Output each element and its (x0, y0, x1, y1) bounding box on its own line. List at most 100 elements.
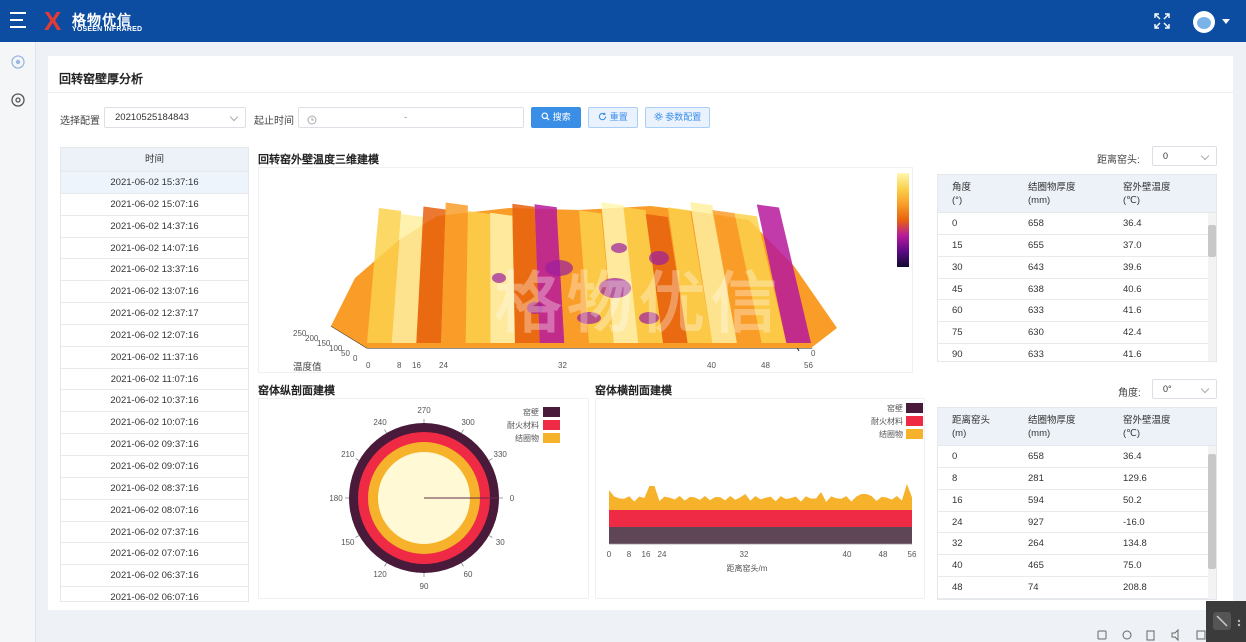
scroll-thumb[interactable] (1208, 225, 1216, 257)
table-row[interactable]: 48 74 208.8 (938, 577, 1216, 599)
distance-data-table: 距离窑头 (m) 结圈物厚度 (mm) 窑外壁温度 (℃) 0 658 36.4 8 281 1… (937, 407, 1217, 600)
profile-chart[interactable]: 0 8 16 24 32 40 48 56 距离窑头/m 窑壁 耐火材料 结圈物 (595, 398, 925, 599)
thickness-col-header: 结圈物厚度 (mm) (1028, 181, 1076, 207)
table-cell: 633 (1028, 349, 1044, 361)
table-row[interactable]: 30 643 39.6 (938, 257, 1216, 279)
time-range-separator: - (404, 112, 408, 123)
time-range-picker[interactable]: - (298, 107, 524, 128)
table-row[interactable]: 24 927 -16.0 (938, 512, 1216, 534)
hot-spot (599, 278, 631, 298)
reset-button[interactable]: 重置 (588, 107, 638, 128)
angle-tick (384, 562, 387, 567)
thickness-col-header: 结圈物厚度 (mm) (1028, 414, 1076, 440)
time-list-row[interactable]: 2021-06-02 08:07:16 (61, 500, 248, 522)
table-row[interactable]: 60 633 41.6 (938, 300, 1216, 323)
sidebar (0, 42, 36, 642)
menu-toggle-icon[interactable] (10, 12, 30, 30)
angle-select[interactable]: 0° (1152, 379, 1217, 399)
table-row[interactable]: 75 630 42.4 (938, 322, 1216, 345)
angle-label: 30 (496, 538, 505, 547)
model3d-title: 回转窑外壁温度三维建模 (258, 154, 379, 166)
time-list-row[interactable]: 2021-06-02 06:07:16 (61, 587, 248, 601)
legend-label: 窑壁 (887, 403, 903, 413)
table-cell: 48 (952, 582, 963, 594)
dashboard-icon[interactable] (10, 54, 26, 70)
x-tick-label: 0 (607, 550, 612, 559)
scroll-thumb[interactable] (1208, 454, 1216, 569)
col-title: 结圈物厚度 (1028, 182, 1076, 193)
temp-tick-label: 50 (341, 349, 350, 358)
distance-table-scrollbar[interactable] (1208, 446, 1216, 599)
angle-tick (355, 458, 360, 461)
time-list-row[interactable]: 2021-06-02 12:07:16 (61, 325, 248, 347)
time-list-row[interactable]: 2021-06-02 07:07:16 (61, 543, 248, 566)
x-tick-label: 40 (843, 550, 852, 559)
table-cell: 75 (952, 327, 963, 339)
time-list-row[interactable]: 2021-06-02 10:07:16 (61, 412, 248, 435)
table-cell: -16.0 (1123, 516, 1145, 528)
x-tick-label: 40 (707, 361, 716, 370)
refractory-band (609, 510, 912, 527)
angle-tick (488, 535, 493, 538)
table-row[interactable]: 90 633 41.6 (938, 344, 1216, 361)
model3d-chart[interactable]: 0 8 16 24 32 40 48 56 250 200 150 100 50 0 温度值 0 格物优信 (258, 167, 913, 373)
x-tick-label: 0 (366, 361, 371, 370)
distance-select[interactable]: 0 (1152, 146, 1217, 166)
time-list-row[interactable]: 2021-06-02 09:07:16 (61, 456, 248, 478)
refresh-icon (599, 112, 607, 121)
time-list-row[interactable]: 2021-06-02 08:37:16 (61, 478, 248, 500)
distance-select-value: 0 (1163, 151, 1169, 161)
time-list-row[interactable]: 2021-06-02 12:37:17 (61, 303, 248, 325)
table-row[interactable]: 0 658 36.4 (938, 213, 1216, 235)
time-list-row[interactable]: 2021-06-02 13:37:16 (61, 259, 248, 282)
time-list-row[interactable]: 2021-06-02 07:37:16 (61, 522, 248, 544)
hot-spot (639, 312, 659, 324)
table-cell: 16 (952, 494, 963, 506)
angle-col-header: 角度 (°) (952, 181, 971, 207)
angle-table-scrollbar[interactable] (1208, 213, 1216, 361)
legend-label: 窑壁 (523, 407, 539, 417)
table-row[interactable]: 45 638 40.6 (938, 279, 1216, 301)
params-config-button-label: 参数配置 (665, 112, 702, 122)
page-title: 回转窑壁厚分析 (59, 72, 144, 86)
angle-tick (461, 429, 464, 434)
time-list-row[interactable]: 2021-06-02 11:07:16 (61, 369, 248, 391)
table-row[interactable]: 8 281 129.6 (938, 468, 1216, 490)
params-config-button[interactable]: 参数配置 (645, 107, 710, 128)
gear-icon (654, 112, 663, 121)
table-cell: 638 (1028, 283, 1044, 295)
table-cell: 74 (1028, 582, 1039, 594)
temperature-col-header: 窑外壁温度 (℃) (1123, 414, 1171, 440)
chevron-down-icon[interactable] (1222, 19, 1230, 24)
eye-scan-icon[interactable] (10, 92, 26, 108)
table-row[interactable]: 40 465 75.0 (938, 555, 1216, 578)
table-row[interactable]: 32 264 134.8 (938, 533, 1216, 556)
reset-button-label: 重置 (609, 112, 628, 122)
angle-select-value: 0° (1163, 384, 1172, 394)
time-list-row[interactable]: 2021-06-02 10:37:16 (61, 390, 248, 413)
polar-chart[interactable]: 270 300 330 0 30 60 90 120 150 180 210 240 窑壁 耐火材料 结圈物 (258, 398, 589, 599)
time-list-row[interactable]: 2021-06-02 13:07:16 (61, 281, 248, 304)
table-cell: 643 (1028, 261, 1044, 273)
time-list-row[interactable]: 2021-06-02 15:07:16 (61, 194, 248, 216)
fullscreen-icon[interactable] (1153, 12, 1171, 30)
time-list-row[interactable]: 2021-06-02 11:37:16 (61, 347, 248, 369)
search-button[interactable]: 搜索 (531, 107, 581, 128)
time-list-row[interactable]: 2021-06-02 14:37:16 (61, 216, 248, 238)
time-list-row[interactable]: 2021-06-02 15:37:16 (61, 172, 248, 194)
time-list-row[interactable]: 2021-06-02 09:37:16 (61, 434, 248, 456)
brand-name-en: YOSEEN INFRARED (72, 26, 143, 33)
config-select[interactable]: 20210525184843 (104, 107, 246, 128)
table-row[interactable]: 0 658 36.4 (938, 446, 1216, 468)
x-tick-label: 16 (642, 550, 651, 559)
floating-assistant-button[interactable] (1206, 601, 1246, 642)
time-list-row[interactable]: 2021-06-02 06:37:16 (61, 565, 248, 588)
table-cell: 41.6 (1123, 305, 1142, 317)
user-avatar[interactable] (1193, 11, 1215, 33)
table-row[interactable]: 15 655 37.0 (938, 235, 1216, 257)
col-unit: (mm) (1028, 428, 1051, 439)
legend-swatch (906, 416, 923, 426)
time-list-row[interactable]: 2021-06-02 14:07:16 (61, 238, 248, 260)
table-row[interactable]: 16 594 50.2 (938, 490, 1216, 512)
legend-label: 结圈物 (879, 429, 903, 439)
